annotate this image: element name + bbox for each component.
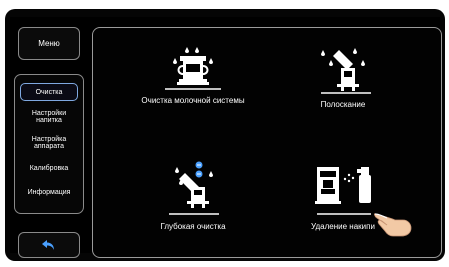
deep-cleaning-icon	[167, 159, 219, 209]
sidebar-item-label: Очистка	[35, 88, 63, 96]
menu-button-label: Меню	[38, 39, 60, 48]
tile-label: Полоскание	[320, 100, 366, 109]
sidebar-item-label: Настройки напитка	[31, 110, 67, 124]
descaling-icon	[313, 161, 375, 207]
tile-underline	[165, 88, 221, 90]
return-arrow-icon	[41, 238, 57, 252]
back-button[interactable]	[18, 232, 80, 258]
tile-underline	[321, 92, 371, 94]
sidebar-item-label: Настройка аппарата	[31, 136, 67, 150]
tile-underline	[169, 213, 219, 215]
sidebar-item-machine-settings[interactable]: Настройка аппарата	[20, 133, 78, 153]
tile-milk-system-cleaning[interactable]: Очистка молочной системы	[123, 40, 263, 135]
tile-label: Глубокая очистка	[160, 222, 226, 231]
menu-button[interactable]: Меню	[18, 27, 80, 60]
sidebar-item-calibration[interactable]: Калибровка	[20, 161, 78, 175]
tile-underline	[317, 213, 371, 215]
sidebar-item-label: Калибровка	[29, 164, 69, 172]
sidebar-panel: Очистка Настройки напитка Настройка аппа…	[14, 74, 84, 214]
tile-label: Очистка молочной системы	[141, 96, 245, 105]
tile-deep-cleaning[interactable]: Глубокая очистка	[123, 155, 263, 250]
sidebar-item-cleaning[interactable]: Очистка	[20, 83, 78, 101]
cleaning-panel: Очистка молочной системы Полоскание Глуб…	[92, 27, 442, 258]
milk-system-cleaning-icon	[167, 44, 219, 90]
sidebar-item-label: Информация	[27, 188, 71, 196]
tile-rinse[interactable]: Полоскание	[273, 40, 413, 135]
pointing-hand-icon	[373, 208, 413, 238]
sidebar-item-information[interactable]: Информация	[20, 185, 78, 199]
rinse-icon	[317, 44, 369, 92]
sidebar-item-drink-settings[interactable]: Настройки напитка	[20, 107, 78, 127]
